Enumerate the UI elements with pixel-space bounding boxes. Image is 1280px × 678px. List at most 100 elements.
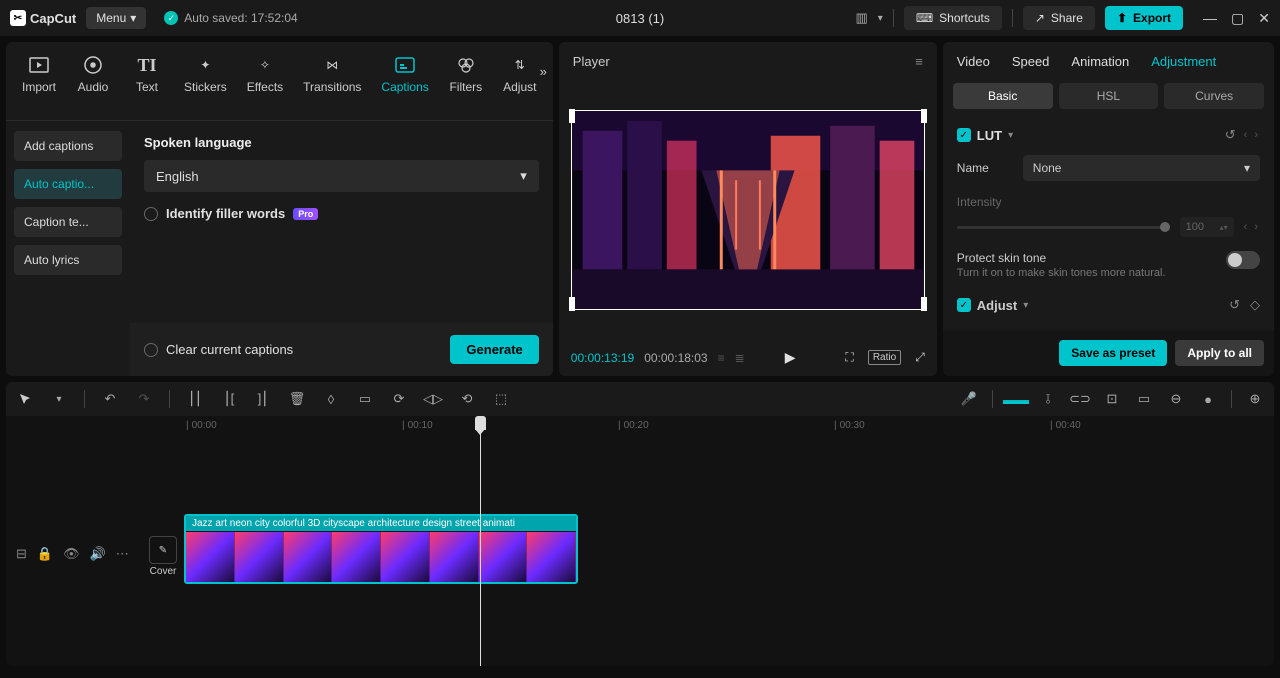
crop-icon[interactable]: ⬚ [492, 390, 510, 408]
apply-all-button[interactable]: Apply to all [1175, 340, 1264, 366]
sidebar-add-captions[interactable]: Add captions [14, 131, 122, 161]
tab-speed[interactable]: Speed [1012, 54, 1050, 69]
protect-skin-toggle[interactable] [1226, 251, 1260, 269]
play-button[interactable]: ▶ [785, 349, 796, 366]
subtab-basic[interactable]: Basic [953, 83, 1053, 109]
menu-button[interactable]: Menu▾ [86, 7, 146, 29]
playhead[interactable] [480, 416, 481, 666]
player-menu-icon[interactable]: ≡ [915, 54, 923, 69]
split-icon[interactable]: ⎮⎮ [186, 390, 204, 408]
save-preset-button[interactable]: Save as preset [1059, 340, 1167, 366]
video-clip[interactable]: Jazz art neon city colorful 3D cityscape… [184, 514, 578, 584]
select-tool[interactable] [16, 390, 34, 408]
sidebar-caption-templates[interactable]: Caption te... [14, 207, 122, 237]
preview-icon[interactable]: ⊡ [1103, 390, 1121, 408]
lut-select[interactable]: None▾ [1023, 155, 1260, 181]
sidebar-auto-lyrics[interactable]: Auto lyrics [14, 245, 122, 275]
mirror-icon[interactable]: ◁▷ [424, 390, 442, 408]
tab-animation[interactable]: Animation [1071, 54, 1129, 69]
subtab-hsl[interactable]: HSL [1059, 83, 1159, 109]
speed-icon[interactable]: ⟲ [458, 390, 476, 408]
redo-icon[interactable]: ↷ [135, 390, 153, 408]
subtab-curves[interactable]: Curves [1164, 83, 1264, 109]
undo-icon[interactable]: ↶ [101, 390, 119, 408]
tab-adjustment[interactable]: Adjustment [1151, 54, 1216, 69]
track-mute-icon[interactable]: 🔊 [90, 546, 106, 562]
intensity-value[interactable]: 100▴▾ [1180, 217, 1234, 237]
tab-filters[interactable]: Filters [441, 48, 491, 100]
reset-icon[interactable]: ↺ [1229, 297, 1240, 313]
mic-icon[interactable]: 🎤 [960, 390, 978, 408]
list-icon-2[interactable]: ≣ [735, 351, 745, 365]
filler-words-row[interactable]: Identify filler words Pro [144, 206, 539, 221]
link-icon[interactable]: ⊂⊃ [1071, 390, 1089, 408]
player-preview[interactable] [559, 81, 937, 339]
delete-icon[interactable]: 🗑 [288, 390, 306, 408]
slider-thumb[interactable] [1160, 222, 1170, 232]
nav-arrows[interactable]: ‹ › [1244, 221, 1260, 233]
layout-icon[interactable]: ▥ [856, 10, 868, 26]
cover-button[interactable]: ✎ Cover [146, 536, 180, 577]
tab-transitions[interactable]: ⋈Transitions [295, 48, 369, 100]
resize-handle[interactable] [921, 297, 927, 311]
more-tabs-icon[interactable]: » [540, 64, 547, 79]
shortcuts-button[interactable]: ⌨Shortcuts [904, 6, 1002, 30]
zoom-slider[interactable]: ● [1199, 390, 1217, 408]
nav-arrows[interactable]: ‹ › [1244, 129, 1260, 141]
tab-text[interactable]: TIText [122, 48, 172, 100]
share-button[interactable]: ↗Share [1023, 6, 1095, 30]
marker-icon[interactable]: ◊ [322, 390, 340, 408]
tab-import[interactable]: Import [14, 48, 64, 100]
zoom-in-icon[interactable]: ⊕ [1246, 390, 1264, 408]
clear-captions-row[interactable]: Clear current captions [144, 342, 293, 357]
split-right-icon[interactable]: ]⎮ [254, 390, 272, 408]
ratio-button[interactable]: Ratio [868, 350, 901, 365]
chevron-down-icon[interactable]: ▾ [878, 13, 883, 24]
tab-stickers[interactable]: ✦Stickers [176, 48, 235, 100]
split-left-icon[interactable]: ⎮[ [220, 390, 238, 408]
language-select[interactable]: English▾ [144, 160, 539, 192]
adjust-section-header[interactable]: ✓ Adjust ▾ ↺ ◇ [957, 297, 1260, 313]
tab-effects[interactable]: ✧Effects [239, 48, 291, 100]
zoom-out-icon[interactable]: ⊖ [1167, 390, 1185, 408]
timeline-ruler[interactable]: 00:00 00:10 00:20 00:30 00:40 [182, 416, 1274, 438]
lut-checkbox[interactable]: ✓ [957, 128, 971, 142]
maximize-icon[interactable]: ▢ [1231, 10, 1244, 27]
preview-frame[interactable] [571, 110, 925, 310]
filters-icon [455, 54, 477, 76]
align-icon[interactable]: ⫱ [1039, 390, 1057, 408]
close-icon[interactable]: ✕ [1258, 10, 1270, 27]
track-more-icon[interactable]: ⋯ [116, 546, 129, 562]
fullscreen-icon[interactable]: ⤢ [915, 350, 925, 365]
adjust-checkbox[interactable]: ✓ [957, 298, 971, 312]
tab-video[interactable]: Video [957, 54, 990, 69]
pro-badge: Pro [293, 208, 318, 220]
tab-captions[interactable]: Captions [373, 48, 436, 100]
generate-button[interactable]: Generate [450, 335, 538, 364]
track-visible-icon[interactable]: 👁 [63, 546, 80, 562]
intensity-slider[interactable] [957, 226, 1170, 229]
resize-handle[interactable] [569, 109, 575, 123]
reset-icon[interactable]: ↺ [1225, 127, 1236, 143]
keyframe-icon[interactable]: ◇ [1250, 297, 1260, 313]
duplicate-icon[interactable]: ▭ [356, 390, 374, 408]
sidebar-auto-captions[interactable]: Auto captio... [14, 169, 122, 199]
track-collapse-icon[interactable]: ⊟ [16, 546, 27, 562]
resize-handle[interactable] [921, 109, 927, 123]
tab-audio[interactable]: Audio [68, 48, 118, 100]
magnet-icon[interactable]: ▬▬ [1007, 390, 1025, 408]
track-lock-icon[interactable]: 🔒 [37, 546, 53, 562]
scale-icon[interactable]: ⛶ [845, 350, 853, 365]
rotate-icon[interactable]: ⟳ [390, 390, 408, 408]
collapse-icon[interactable]: ▭ [1135, 390, 1153, 408]
timeline[interactable]: 00:00 00:10 00:20 00:30 00:40 ⊟ 🔒 👁 🔊 ⋯ … [6, 416, 1274, 666]
minimize-icon[interactable]: — [1203, 10, 1217, 27]
chevron-down-icon[interactable]: ▾ [50, 390, 68, 408]
resize-handle[interactable] [569, 297, 575, 311]
lut-name-row: Name None▾ [957, 155, 1260, 181]
export-button[interactable]: ⬆Export [1105, 6, 1183, 30]
keyboard-icon: ⌨ [916, 11, 933, 25]
list-icon[interactable]: ≡ [718, 351, 725, 365]
chevron-down-icon[interactable]: ▾ [1008, 130, 1013, 141]
tab-adjust[interactable]: ⇅Adjust [495, 48, 545, 100]
